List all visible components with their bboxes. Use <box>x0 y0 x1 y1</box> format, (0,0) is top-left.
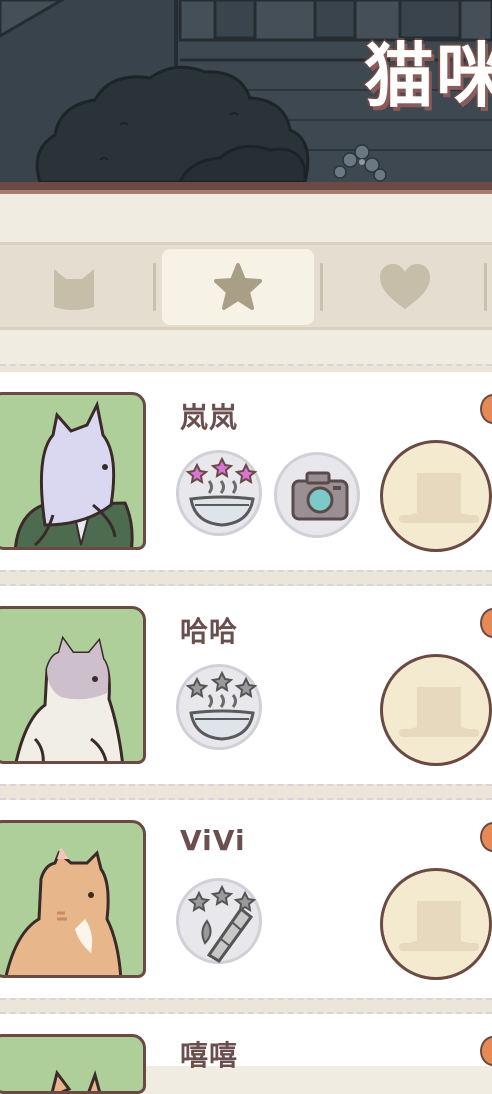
top-hat-icon <box>399 473 479 523</box>
cat-row[interactable]: ViVi <box>0 800 492 998</box>
tab-heart[interactable] <box>340 249 470 325</box>
cat-portrait[interactable] <box>0 392 146 550</box>
hat-slot[interactable] <box>380 654 492 766</box>
cat-name: 哈哈 <box>180 615 239 648</box>
row-divider <box>0 570 492 586</box>
bowl-3-stars-purple-icon <box>185 456 258 527</box>
hat-slot[interactable] <box>380 440 492 552</box>
cat-row[interactable]: 哈哈 <box>0 586 492 784</box>
cat-head-icon <box>54 269 94 310</box>
cat-name: 嘻嘻 <box>180 1039 239 1072</box>
header-banner: 猫咪 <box>0 0 492 192</box>
tab-bar <box>0 194 492 364</box>
tab-cat[interactable] <box>14 249 134 325</box>
food-badge[interactable] <box>176 450 262 536</box>
cat-portrait[interactable] <box>0 606 146 764</box>
heart-icon <box>380 264 430 309</box>
notification-dot <box>480 822 492 852</box>
food-badge[interactable] <box>176 878 262 964</box>
camera-icon <box>291 471 349 521</box>
gray-white-cat-illustration <box>14 635 124 761</box>
cat-name: ViVi <box>180 824 246 857</box>
cat-name: 岚岚 <box>180 401 239 434</box>
orange-cat-illustration <box>4 847 123 975</box>
top-hat-icon <box>399 687 479 737</box>
food-badge[interactable] <box>176 664 262 750</box>
row-divider <box>0 998 492 1014</box>
hat-slot[interactable] <box>380 868 492 980</box>
top-hat-icon <box>399 901 479 951</box>
cat-row[interactable]: 岚岚 <box>0 372 492 570</box>
notification-dot <box>480 394 492 424</box>
notification-dot <box>480 1036 492 1066</box>
row-divider <box>0 784 492 800</box>
tab-favorite[interactable] <box>162 249 314 325</box>
tab-strip <box>0 242 492 330</box>
bamboo-3-stars-gray-icon <box>187 884 257 963</box>
tab-separator <box>320 263 323 311</box>
tab-separator <box>484 263 487 311</box>
page-title: 猫咪 <box>364 35 492 117</box>
star-icon <box>214 263 262 310</box>
tab-separator <box>153 263 156 311</box>
notification-dot <box>480 608 492 638</box>
cat-portrait[interactable] <box>0 820 146 978</box>
cat-row[interactable]: 嘻嘻 <box>0 1014 492 1094</box>
header-border <box>0 182 492 190</box>
cat-portrait[interactable] <box>0 1034 146 1094</box>
activity-badge[interactable] <box>274 452 360 538</box>
bowl-3-stars-gray-icon <box>185 670 258 741</box>
lavender-cat-illustration <box>14 400 134 547</box>
